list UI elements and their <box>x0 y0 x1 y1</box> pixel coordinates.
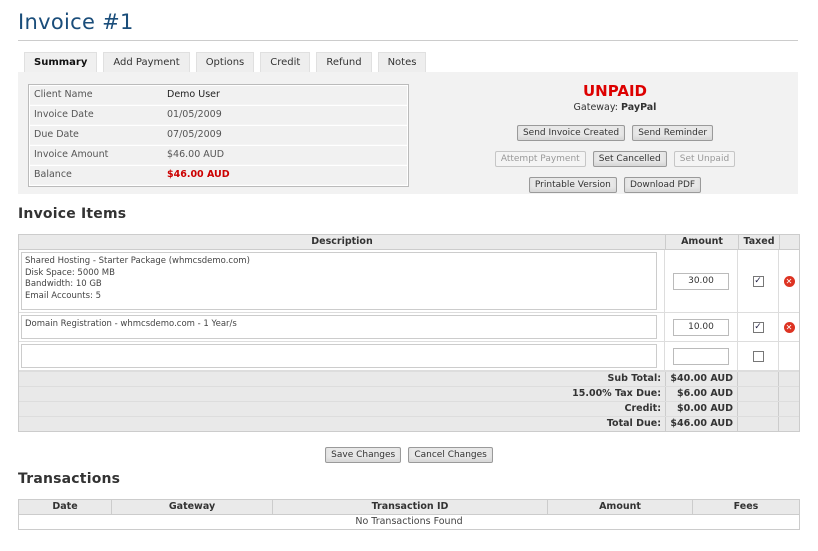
save-changes-button[interactable]: Save Changes <box>325 447 402 463</box>
date-header: Date <box>19 500 112 514</box>
invoice-amount-value: $46.00 AUD <box>167 149 225 160</box>
transactions-title: Transactions <box>18 471 121 487</box>
printable-version-button[interactable]: Printable Version <box>528 177 617 193</box>
item-description-input[interactable]: Shared Hosting - Starter Package (whmcsd… <box>21 252 657 310</box>
invoice-items-table: Description Amount Taxed Shared Hosting … <box>18 234 800 432</box>
transactions-table: Date Gateway Transaction ID Amount Fees … <box>18 499 800 530</box>
info-label: Balance <box>34 169 72 180</box>
taxed-checkbox[interactable]: ✓ <box>752 321 764 333</box>
taxed-header: Taxed <box>739 235 780 249</box>
new-item-description-input[interactable] <box>21 344 657 368</box>
gateway-header: Gateway <box>112 500 273 514</box>
transaction-id-header: Transaction ID <box>273 500 548 514</box>
status-block: UNPAID Gateway: PayPal Send Invoice Crea… <box>465 82 765 193</box>
fees-header: Fees <box>733 501 759 512</box>
info-label: Invoice Amount <box>34 149 109 160</box>
credit-label: Credit: <box>19 402 666 416</box>
send-reminder-button[interactable]: Send Reminder <box>632 125 714 141</box>
amount-header: Amount <box>548 500 693 514</box>
cancel-changes-button[interactable]: Cancel Changes <box>408 447 493 463</box>
table-row: Domain Registration - whmcsdemo.com - 1 … <box>19 313 799 342</box>
tax-row: 15.00% Tax Due: $6.00 AUD <box>19 386 799 401</box>
description-header: Description <box>19 235 666 249</box>
save-actions: Save Changes Cancel Changes <box>0 442 818 463</box>
info-label: Due Date <box>34 129 79 140</box>
client-name-value: Demo User <box>167 89 220 100</box>
info-row-amount: Invoice Amount $46.00 AUD <box>30 146 407 165</box>
invoice-date-value: 01/05/2009 <box>167 109 222 120</box>
info-label: Invoice Date <box>34 109 94 120</box>
table-row: Shared Hosting - Starter Package (whmcsd… <box>19 250 799 313</box>
taxed-checkbox[interactable]: ✓ <box>752 275 764 287</box>
info-row-balance: Balance $46.00 AUD <box>30 166 407 185</box>
gateway-value: PayPal <box>621 102 657 113</box>
tab-notes[interactable]: Notes <box>377 52 427 72</box>
subtotal-value: $40.00 AUD <box>666 372 738 386</box>
attempt-payment-button[interactable]: Attempt Payment <box>494 151 586 167</box>
no-transactions-message: No Transactions Found <box>19 515 799 529</box>
credit-row: Credit: $0.00 AUD <box>19 401 799 416</box>
tab-bar: Summary Add Payment Options Credit Refun… <box>24 52 427 72</box>
item-amount-input[interactable]: 30.00 <box>673 272 729 290</box>
tax-value: $6.00 AUD <box>666 387 738 401</box>
total-due-row: Total Due: $46.00 AUD <box>19 416 799 431</box>
send-invoice-created-button[interactable]: Send Invoice Created <box>516 125 626 141</box>
info-label: Client Name <box>34 89 93 100</box>
invoice-info-table: Client Name Demo User Invoice Date 01/05… <box>28 84 409 187</box>
gateway-line: Gateway: PayPal <box>465 102 765 113</box>
info-row-invoice-date: Invoice Date 01/05/2009 <box>30 106 407 125</box>
balance-value: $46.00 AUD <box>167 169 230 180</box>
delete-icon[interactable]: ✕ <box>783 275 795 287</box>
new-item-taxed-checkbox[interactable] <box>752 350 764 362</box>
table-row <box>19 342 799 371</box>
items-header-row: Description Amount Taxed <box>19 235 799 250</box>
summary-panel: Client Name Demo User Invoice Date 01/05… <box>18 72 798 194</box>
subtotal-row: Sub Total: $40.00 AUD <box>19 371 799 386</box>
gateway-label: Gateway: <box>573 102 619 113</box>
item-description-input[interactable]: Domain Registration - whmcsdemo.com - 1 … <box>21 315 657 339</box>
transactions-header-row: Date Gateway Transaction ID Amount Fees <box>19 500 799 515</box>
info-row-client: Client Name Demo User <box>30 86 407 105</box>
total-due-value: $46.00 AUD <box>666 417 738 431</box>
item-amount-input[interactable]: 10.00 <box>673 318 729 336</box>
tax-label: 15.00% Tax Due: <box>19 387 666 401</box>
delete-icon[interactable]: ✕ <box>783 321 795 333</box>
tab-summary[interactable]: Summary <box>24 52 98 72</box>
tab-refund[interactable]: Refund <box>316 52 372 72</box>
tab-add-payment[interactable]: Add Payment <box>103 52 190 72</box>
invoice-status: UNPAID <box>583 82 647 100</box>
title-divider <box>18 40 798 41</box>
set-unpaid-button[interactable]: Set Unpaid <box>673 151 736 167</box>
tab-options[interactable]: Options <box>195 52 255 72</box>
invoice-items-title: Invoice Items <box>18 206 127 222</box>
page-title: Invoice #1 <box>18 10 134 34</box>
credit-value: $0.00 AUD <box>666 402 738 416</box>
amount-header: Amount <box>666 235 739 249</box>
set-cancelled-button[interactable]: Set Cancelled <box>592 151 667 167</box>
subtotal-label: Sub Total: <box>19 372 666 386</box>
new-item-amount-input[interactable] <box>673 347 729 365</box>
total-due-label: Total Due: <box>19 417 666 431</box>
tab-credit[interactable]: Credit <box>260 52 311 72</box>
info-row-due-date: Due Date 07/05/2009 <box>30 126 407 145</box>
due-date-value: 07/05/2009 <box>167 129 222 140</box>
download-pdf-button[interactable]: Download PDF <box>623 177 702 193</box>
